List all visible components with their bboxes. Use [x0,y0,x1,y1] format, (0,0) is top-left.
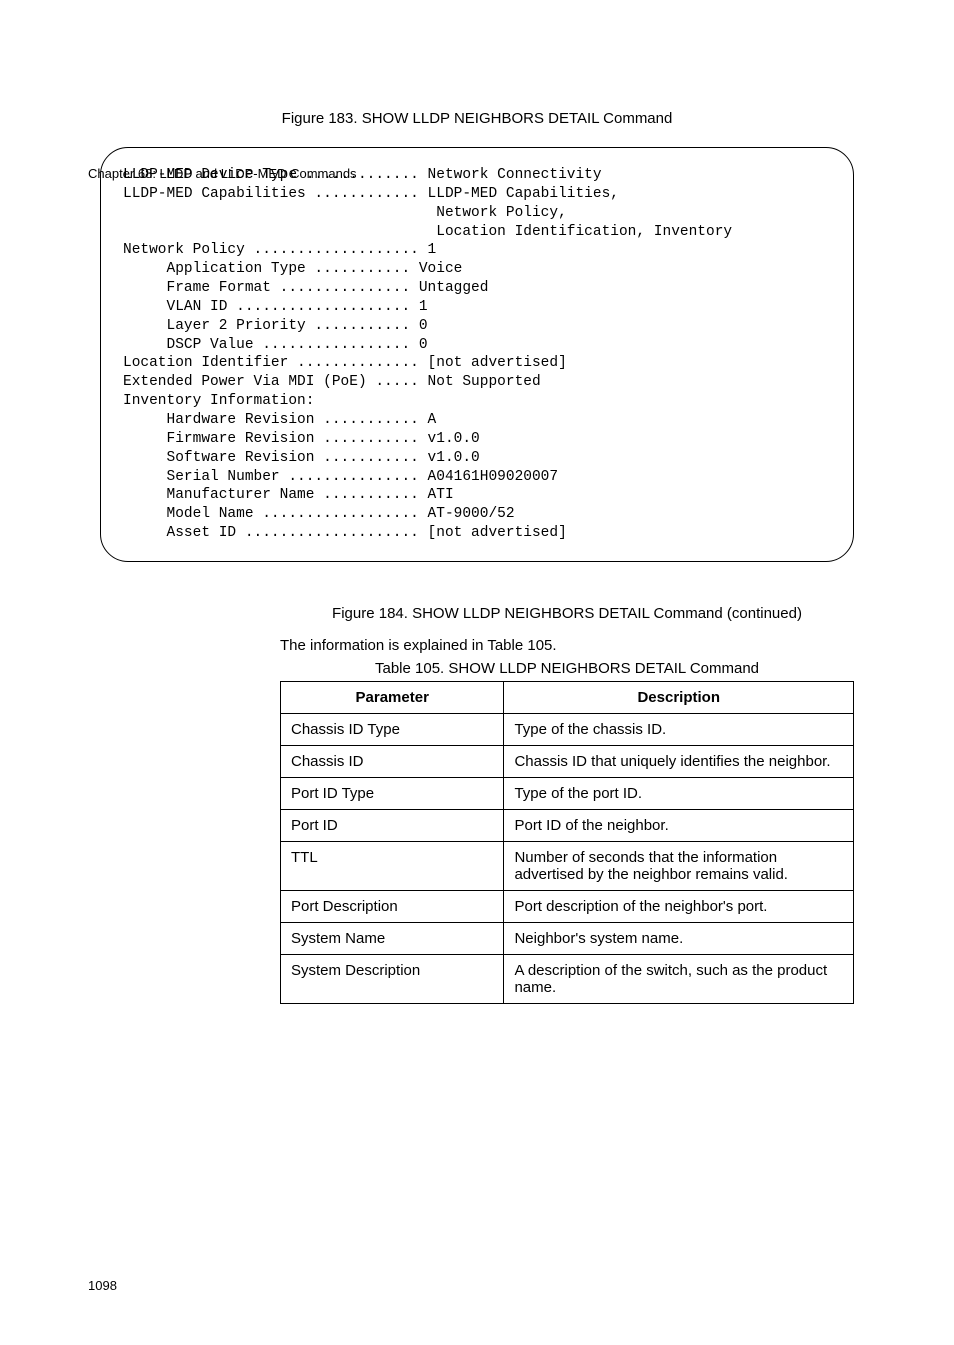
table-caption-105: Table 105. SHOW LLDP NEIGHBORS DETAIL Co… [280,660,854,677]
table-header-description: Description [504,681,854,713]
table-header-row: Parameter Description [281,681,854,713]
figure-caption-184: Figure 184. SHOW LLDP NEIGHBORS DETAIL C… [280,605,854,622]
table-cell-description: Neighbor's system name. [504,922,854,954]
chapter-header: Chapter 68: LLDP and LLDP-MED Commands [88,166,357,181]
code-line: Location Identifier .............. [not … [123,354,831,373]
table-row: Port IDPort ID of the neighbor. [281,809,854,841]
code-line: Firmware Revision ........... v1.0.0 [123,430,831,449]
table-row: System NameNeighbor's system name. [281,922,854,954]
table-cell-description: Chassis ID that uniquely identifies the … [504,745,854,777]
table-cell-description: Port ID of the neighbor. [504,809,854,841]
code-line: Network Policy, [123,204,831,223]
table-row: TTLNumber of seconds that the informatio… [281,841,854,890]
code-line: Serial Number ............... A04161H090… [123,468,831,487]
table-cell-description: Type of the port ID. [504,777,854,809]
table-row: Chassis ID TypeType of the chassis ID. [281,713,854,745]
table-row: Port DescriptionPort description of the … [281,890,854,922]
page-number: 1098 [88,1278,117,1293]
table-cell-description: Type of the chassis ID. [504,713,854,745]
intro-text: The information is explained in Table 10… [280,637,854,654]
table-cell-parameter: TTL [281,841,504,890]
table-cell-parameter: System Name [281,922,504,954]
code-line: Software Revision ........... v1.0.0 [123,449,831,468]
table-cell-parameter: Port ID [281,809,504,841]
code-line: DSCP Value ................. 0 [123,336,831,355]
table-cell-parameter: System Description [281,954,504,1003]
table-cell-description: Number of seconds that the information a… [504,841,854,890]
code-output-box: LLDP-MED Device Type ............. Netwo… [100,147,854,562]
code-line: Location Identification, Inventory [123,223,831,242]
code-line: VLAN ID .................... 1 [123,298,831,317]
table-cell-parameter: Chassis ID [281,745,504,777]
code-line: Hardware Revision ........... A [123,411,831,430]
table-cell-description: Port description of the neighbor's port. [504,890,854,922]
table-cell-parameter: Port ID Type [281,777,504,809]
table-row: Chassis IDChassis ID that uniquely ident… [281,745,854,777]
table-cell-parameter: Chassis ID Type [281,713,504,745]
table-header-parameter: Parameter [281,681,504,713]
code-line: Inventory Information: [123,392,831,411]
table-row: Port ID TypeType of the port ID. [281,777,854,809]
table-row: System DescriptionA description of the s… [281,954,854,1003]
table-cell-parameter: Port Description [281,890,504,922]
code-line: Application Type ........... Voice [123,260,831,279]
code-line: Manufacturer Name ........... ATI [123,486,831,505]
code-line: Frame Format ............... Untagged [123,279,831,298]
code-line: Network Policy ................... 1 [123,241,831,260]
code-line: Layer 2 Priority ........... 0 [123,317,831,336]
table-cell-description: A description of the switch, such as the… [504,954,854,1003]
figure-caption-183: Figure 183. SHOW LLDP NEIGHBORS DETAIL C… [0,110,954,127]
code-line: LLDP-MED Capabilities ............ LLDP-… [123,185,831,204]
code-line: Extended Power Via MDI (PoE) ..... Not S… [123,373,831,392]
code-line: Asset ID .................... [not adver… [123,524,831,543]
parameter-table: Parameter Description Chassis ID TypeTyp… [280,681,854,1004]
code-line: Model Name .................. AT-9000/52 [123,505,831,524]
